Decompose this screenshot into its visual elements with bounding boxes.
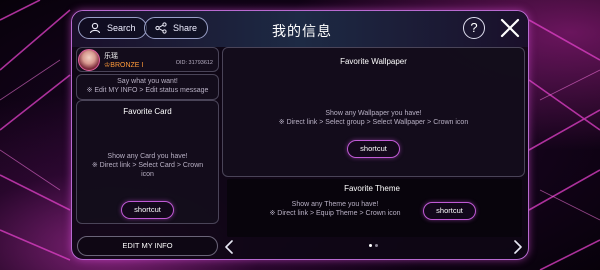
favorite-theme-section: Favorite Theme Show any Theme you have! … <box>227 179 522 237</box>
search-label: Search <box>107 23 136 33</box>
favorite-card-hint: Show any Card you have! ※ Direct link > … <box>77 152 218 179</box>
page-title: 我的信息 <box>272 23 332 39</box>
profile-oid: OID: 31793612 <box>175 60 213 66</box>
rank-label: BRONZE I <box>110 62 144 69</box>
favorite-card-hint-2: ※ Direct link > Select Card > Crown <box>91 162 204 169</box>
favorite-theme-shortcut-button[interactable]: shortcut <box>423 202 476 220</box>
favorite-theme-hint-2: ※ Direct link > Equip Theme > Crown icon <box>269 210 401 217</box>
search-icon <box>89 22 101 34</box>
favorite-wallpaper-hint-1: Show any Wallpaper you have! <box>325 110 422 117</box>
favorite-theme-hint-1: Show any Theme you have! <box>291 201 379 208</box>
profile-card[interactable]: 乐瑶 ♔BRONZE I OID: 31793612 <box>76 47 219 72</box>
page-indicator <box>369 244 378 247</box>
status-line-1: Say what you want! <box>117 78 178 85</box>
favorite-wallpaper-title: Favorite Wallpaper <box>340 57 407 66</box>
profile-name: 乐瑶 <box>104 53 118 60</box>
favorite-wallpaper-hint-2: ※ Direct link > Select group > Select Wa… <box>278 119 469 126</box>
favorite-card-hint-3: icon <box>141 171 154 178</box>
favorite-wallpaper-hint: Show any Wallpaper you have! ※ Direct li… <box>223 109 524 127</box>
rank-badge: ♔BRONZE I <box>104 61 143 69</box>
favorite-theme-title: Favorite Theme <box>344 184 400 193</box>
page-dot-2 <box>375 244 378 247</box>
favorite-card-shortcut-button[interactable]: shortcut <box>121 201 174 219</box>
avatar[interactable] <box>78 49 100 71</box>
next-arrow-icon[interactable] <box>513 240 523 254</box>
share-icon <box>155 22 167 34</box>
search-button[interactable]: Search <box>78 17 147 39</box>
close-icon[interactable] <box>499 17 521 39</box>
favorite-card-title: Favorite Card <box>123 107 172 116</box>
prev-arrow-icon[interactable] <box>224 240 234 254</box>
my-info-panel: Search Share 我的信息 ? 乐瑶 ♔BRONZE I OID: 31… <box>71 10 529 260</box>
help-icon: ? <box>470 20 478 35</box>
share-button[interactable]: Share <box>144 17 209 39</box>
panel-header: Search Share 我的信息 ? <box>72 11 528 47</box>
share-label: Share <box>173 23 198 33</box>
favorite-card-section: Favorite Card Show any Card you have! ※ … <box>76 100 219 224</box>
status-message[interactable]: Say what you want! ※ Edit MY INFO > Edit… <box>76 74 219 100</box>
favorite-wallpaper-shortcut-button[interactable]: shortcut <box>347 140 400 158</box>
page-dot-1 <box>369 244 372 247</box>
favorite-theme-hint: Show any Theme you have! ※ Direct link >… <box>235 200 435 218</box>
favorite-card-hint-1: Show any Card you have! <box>107 153 188 160</box>
edit-my-info-button[interactable]: EDIT MY INFO <box>77 236 218 256</box>
status-line-2: ※ Edit MY INFO > Edit status message <box>86 87 209 94</box>
help-button[interactable]: ? <box>463 17 485 39</box>
favorite-wallpaper-section: Favorite Wallpaper Show any Wallpaper yo… <box>222 47 525 177</box>
